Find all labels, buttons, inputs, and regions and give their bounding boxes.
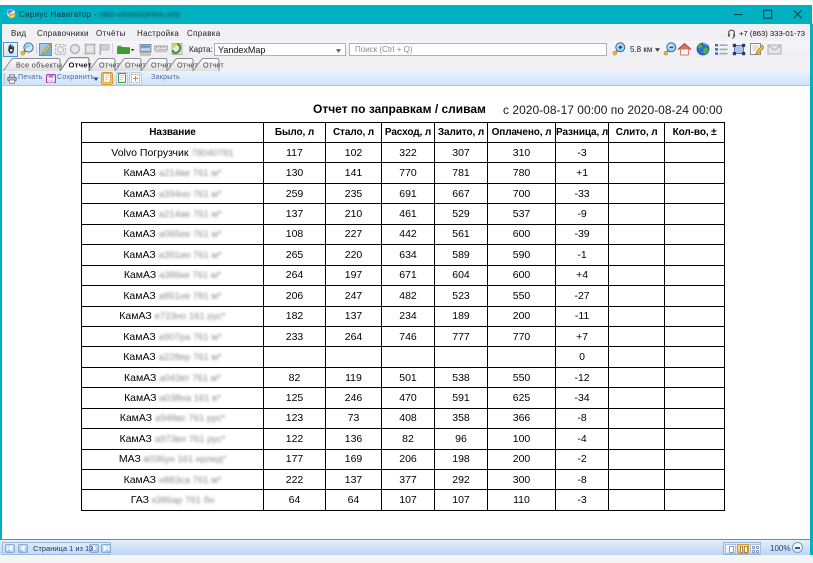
svg-text:Отчет: Отчет	[125, 61, 146, 70]
svg-text:Отчет: Отчет	[69, 61, 92, 70]
svg-text:Отчет: Отчет	[177, 61, 198, 70]
svg-text:Отчет: Отчет	[99, 61, 120, 70]
svg-text:Все объекты: Все объекты	[16, 61, 62, 70]
svg-text:Отчет: Отчет	[151, 61, 172, 70]
svg-text:Отчет: Отчет	[203, 61, 224, 70]
